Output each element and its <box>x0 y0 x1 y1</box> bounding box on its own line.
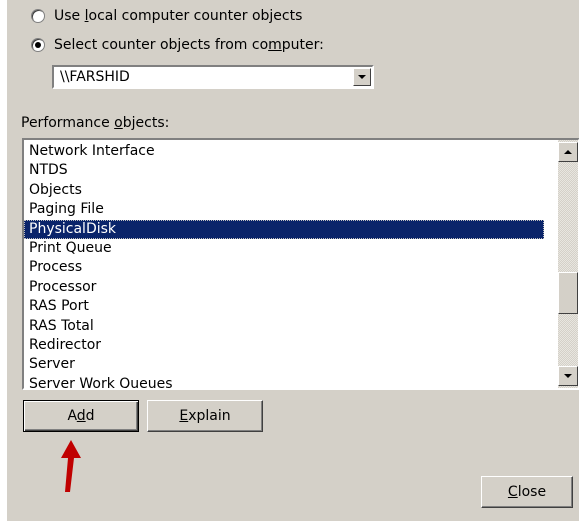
list-item[interactable]: Redirector <box>24 336 544 355</box>
dialog-body: Use local computer counter objects Selec… <box>7 0 579 521</box>
list-item[interactable]: NTDS <box>24 161 544 180</box>
computer-combobox-value: \\FARSHID <box>60 69 130 85</box>
scroll-up-icon <box>564 150 572 154</box>
radio-select-from-computer-label: Select counter objects from computer: <box>54 37 324 53</box>
performance-objects-listbox[interactable]: Network Interface NTDS Objects Paging File P… <box>22 138 579 390</box>
scroll-thumb[interactable] <box>558 272 578 314</box>
radio-select-from-computer-circle[interactable] <box>31 38 45 52</box>
performance-objects-label: Performance objects: <box>21 115 170 131</box>
explain-button[interactable]: Explain <box>147 400 263 432</box>
list-item[interactable]: RAS Port <box>24 297 544 316</box>
list-item[interactable]: RAS Total <box>24 317 544 336</box>
combobox-dropdown-button[interactable] <box>353 68 371 86</box>
list-item[interactable]: Paging File <box>24 200 544 219</box>
list-item[interactable]: Server Work Queues <box>24 375 544 388</box>
close-button[interactable]: Close <box>481 476 573 508</box>
chevron-down-icon <box>358 75 366 79</box>
list-item[interactable]: Objects <box>24 181 544 200</box>
radio-use-local-label: Use local computer counter objects <box>54 8 303 24</box>
list-item[interactable]: Processor <box>24 278 544 297</box>
explain-button-label: Explain <box>179 408 231 424</box>
radio-use-local-circle[interactable] <box>31 9 45 23</box>
radio-use-local[interactable]: Use local computer counter objects <box>31 6 302 26</box>
computer-combobox[interactable]: \\FARSHID <box>52 65 374 89</box>
radio-select-from-computer[interactable]: Select counter objects from computer: <box>31 35 324 55</box>
performance-objects-list: Network Interface NTDS Objects Paging File P… <box>24 142 544 388</box>
list-item[interactable]: Process <box>24 258 544 277</box>
list-item[interactable]: Network Interface <box>24 142 544 161</box>
scroll-down-icon <box>564 374 572 378</box>
red-arrow-icon <box>61 440 81 492</box>
close-button-label: Close <box>507 484 547 500</box>
list-item[interactable]: PhysicalDisk <box>24 219 544 239</box>
scroll-up-button[interactable] <box>558 142 578 162</box>
listbox-scrollbar[interactable] <box>558 140 578 388</box>
add-button[interactable]: Add <box>23 400 139 432</box>
list-item[interactable]: Server <box>24 355 544 374</box>
list-item[interactable]: Print Queue <box>24 239 544 258</box>
scroll-down-button[interactable] <box>558 366 578 386</box>
add-button-label: Add <box>67 408 95 424</box>
